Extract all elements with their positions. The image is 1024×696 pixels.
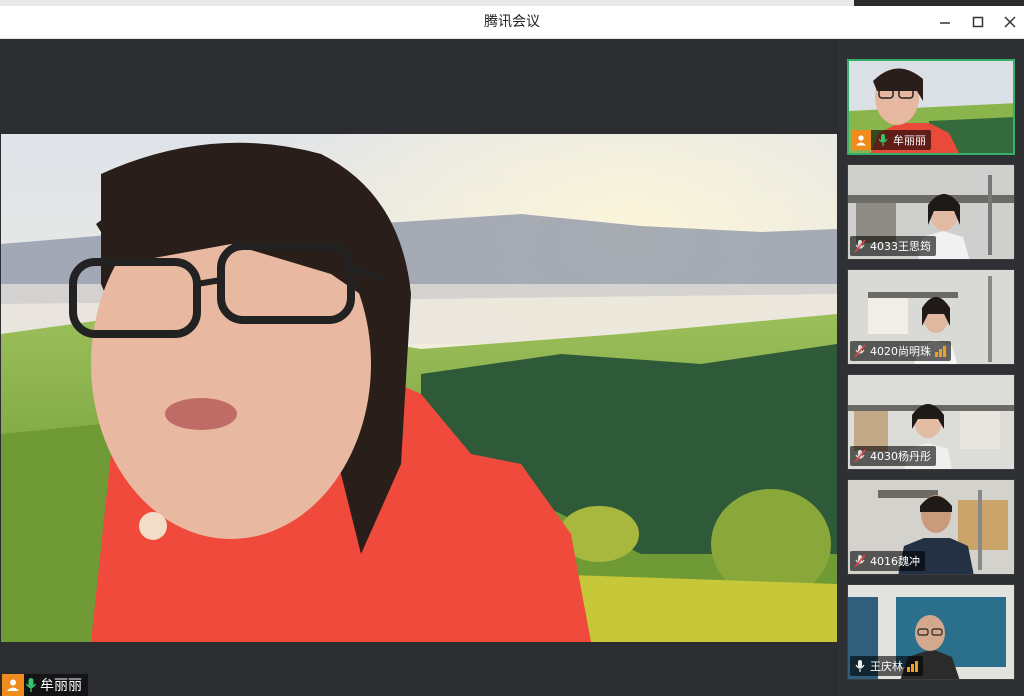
participant-tile[interactable]: 牟丽丽 — [847, 59, 1015, 155]
participant-tag: 4016魏冲 — [850, 551, 925, 571]
participant-name: 牟丽丽 — [893, 134, 926, 147]
participant-tile[interactable]: 4020尚明珠 — [847, 269, 1015, 365]
microphone-icon — [25, 678, 37, 692]
participant-tag: 4020尚明珠 — [850, 341, 951, 361]
title-bar: 腾讯会议 — [0, 6, 1024, 39]
close-button[interactable] — [997, 10, 1023, 34]
microphone-muted-icon — [850, 341, 870, 361]
volume-bars-icon — [935, 345, 946, 357]
maximize-button[interactable] — [965, 10, 991, 34]
participant-tag: 4030杨丹彤 — [850, 446, 936, 466]
minimize-button[interactable] — [932, 10, 958, 34]
participant-sidebar[interactable]: 牟丽丽 4033王思筠 4020尚明珠 4030杨丹彤 4016魏冲 王庆林 — [838, 39, 1024, 696]
minimize-icon — [940, 22, 950, 24]
speaker-name: 牟丽丽 — [40, 678, 82, 694]
participant-name: 4033王思筠 — [870, 240, 931, 253]
participant-tile[interactable]: 4030杨丹彤 — [847, 374, 1015, 470]
participant-tag: 4033王思筠 — [850, 236, 936, 256]
speaker-video-frame — [1, 134, 837, 642]
maximize-icon — [972, 16, 984, 28]
participant-tile[interactable]: 王庆林 — [847, 584, 1015, 680]
participant-tile[interactable]: 4016魏冲 — [847, 479, 1015, 575]
volume-bars-icon — [907, 660, 918, 672]
participant-tile[interactable]: 4033王思筠 — [847, 164, 1015, 260]
participant-name: 王庆林 — [870, 660, 903, 673]
microphone-muted-icon — [850, 446, 870, 466]
participant-name: 4016魏冲 — [870, 555, 920, 568]
main-video-area[interactable]: 牟丽丽 — [0, 39, 838, 696]
participant-name: 4030杨丹彤 — [870, 450, 931, 463]
microphone-icon — [850, 656, 870, 676]
participant-tag: 王庆林 — [850, 656, 923, 676]
participant-tag: 牟丽丽 — [851, 130, 931, 150]
window-title: 腾讯会议 — [484, 14, 540, 30]
speaker-nameplate: 牟丽丽 — [2, 674, 88, 696]
speaker-video[interactable] — [1, 134, 837, 642]
microphone-icon — [873, 130, 893, 150]
person-icon — [2, 674, 24, 696]
microphone-muted-icon — [850, 236, 870, 256]
person-icon — [851, 130, 871, 150]
microphone-muted-icon — [850, 551, 870, 571]
close-icon — [1004, 16, 1016, 28]
participant-name: 4020尚明珠 — [870, 345, 931, 358]
